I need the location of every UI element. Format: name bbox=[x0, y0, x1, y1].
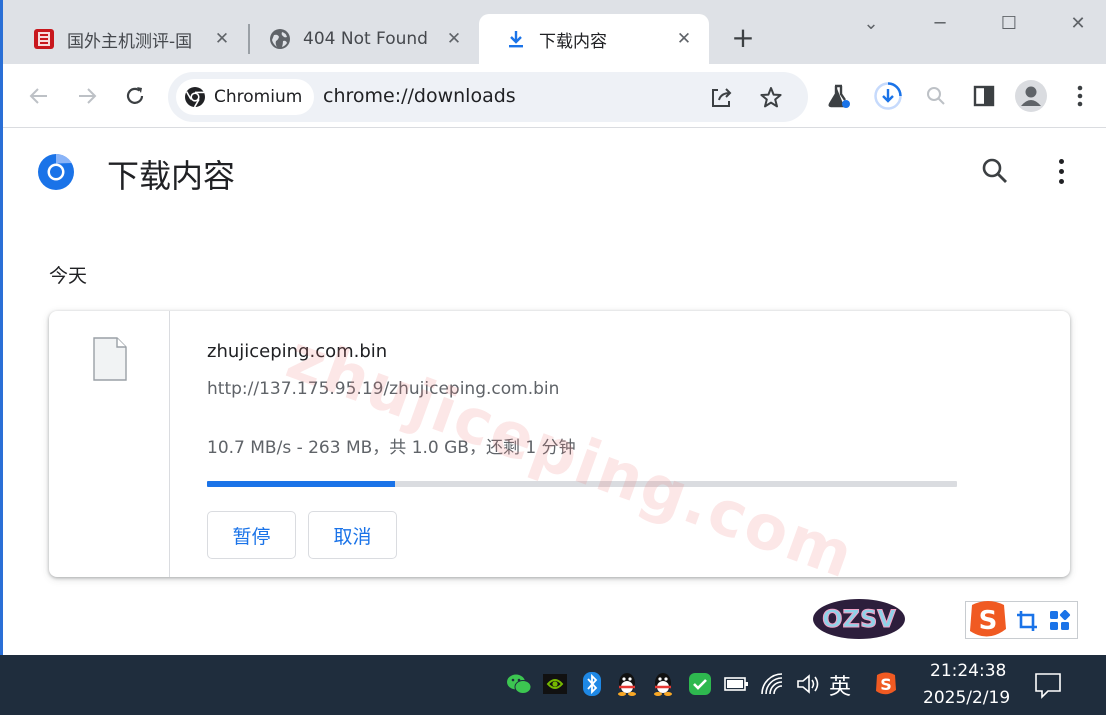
tab-zhujiceping[interactable]: 国外主机测评-国 ✕ bbox=[7, 14, 247, 64]
file-icon bbox=[93, 337, 127, 381]
notification-center-icon[interactable] bbox=[1034, 671, 1062, 699]
sticker-text: OZSV bbox=[822, 605, 896, 633]
back-button[interactable] bbox=[23, 80, 55, 112]
sogou-tray-icon[interactable]: S bbox=[873, 671, 899, 697]
zoom-search-icon[interactable] bbox=[920, 80, 952, 112]
qq-icon[interactable] bbox=[614, 671, 640, 697]
reload-icon bbox=[126, 87, 144, 104]
back-arrow-icon bbox=[29, 88, 47, 104]
profile-avatar-icon[interactable] bbox=[1015, 80, 1047, 112]
taskbar: 英 S 21:24:38 2025/2/19 bbox=[0, 655, 1106, 715]
bookmark-star-icon[interactable] bbox=[757, 84, 785, 112]
labs-flask-icon[interactable] bbox=[823, 80, 855, 112]
site-chip[interactable]: Chromium bbox=[176, 79, 315, 115]
file-name[interactable]: zhujiceping.com.bin bbox=[207, 341, 387, 362]
more-actions-icon[interactable] bbox=[1049, 155, 1073, 187]
globe-icon bbox=[269, 28, 291, 50]
minimize-button[interactable]: ─ bbox=[925, 10, 955, 36]
share-icon[interactable] bbox=[708, 84, 736, 112]
battery-icon[interactable] bbox=[723, 671, 749, 697]
pause-button[interactable]: 暂停 bbox=[207, 511, 296, 559]
chromium-logo-icon bbox=[38, 154, 74, 190]
omnibox[interactable]: Chromium chrome://downloads bbox=[168, 72, 808, 122]
download-progress-fill bbox=[207, 481, 395, 487]
downloads-toolbar-icon[interactable] bbox=[872, 80, 904, 112]
qq-icon-2[interactable] bbox=[650, 671, 676, 697]
download-icon bbox=[505, 28, 527, 50]
input-language-indicator[interactable]: 英 bbox=[829, 669, 851, 701]
svg-text:S: S bbox=[880, 675, 892, 694]
download-item-card: zhujiceping.com.bin http://137.175.95.19… bbox=[49, 311, 1070, 577]
wifi-icon[interactable] bbox=[760, 671, 786, 697]
downloads-page: 下载内容 今天 zhujiceping.com.bin http://137.1… bbox=[3, 129, 1106, 655]
bluetooth-icon[interactable] bbox=[579, 671, 605, 697]
tab-404-not-found[interactable]: 404 Not Found ✕ bbox=[243, 14, 479, 64]
tab-close-icon[interactable]: ✕ bbox=[443, 28, 465, 50]
browser-menu-icon[interactable] bbox=[1064, 80, 1096, 112]
tab-title: 下载内容 bbox=[539, 31, 607, 52]
side-panel-icon[interactable] bbox=[968, 80, 1000, 112]
cancel-button[interactable]: 取消 bbox=[308, 511, 397, 559]
chromium-icon bbox=[185, 87, 205, 108]
tab-close-icon[interactable]: ✕ bbox=[211, 28, 233, 50]
ime-toolbar: S bbox=[965, 601, 1078, 639]
new-tab-button[interactable]: + bbox=[729, 24, 757, 52]
tab-close-icon[interactable]: ✕ bbox=[673, 28, 695, 50]
url-text[interactable]: chrome://downloads bbox=[323, 85, 516, 107]
chip-label: Chromium bbox=[214, 87, 303, 107]
toolbox-grid-icon[interactable] bbox=[1049, 610, 1071, 632]
search-downloads-icon[interactable] bbox=[979, 155, 1011, 187]
forward-button[interactable] bbox=[71, 80, 103, 112]
file-icon-column bbox=[49, 311, 170, 577]
forward-arrow-icon bbox=[79, 88, 97, 104]
site-favicon bbox=[33, 28, 55, 50]
svg-text:S: S bbox=[979, 606, 998, 636]
clock-time[interactable]: 21:24:38 bbox=[930, 661, 1006, 681]
toolbar: Chromium chrome://downloads bbox=[3, 64, 1106, 128]
clock-date[interactable]: 2025/2/19 bbox=[923, 688, 1010, 708]
tab-title: 国外主机测评-国 bbox=[67, 31, 193, 52]
tab-strip: 国外主机测评-国 ✕ 404 Not Found ✕ 下载内容 ✕ + ⌄ ─ … bbox=[3, 0, 1106, 64]
file-url[interactable]: http://137.175.95.19/zhujiceping.com.bin bbox=[207, 379, 559, 399]
wechat-icon[interactable] bbox=[506, 671, 532, 697]
browser-window: 国外主机测评-国 ✕ 404 Not Found ✕ 下载内容 ✕ + ⌄ ─ … bbox=[0, 0, 1106, 655]
date-section-header: 今天 bbox=[49, 265, 88, 287]
tab-search-icon[interactable]: ⌄ bbox=[856, 10, 886, 36]
download-progress-bar bbox=[207, 481, 957, 487]
sogou-ime-logo-icon[interactable]: S bbox=[966, 599, 1010, 641]
close-window-button[interactable]: ✕ bbox=[1063, 10, 1093, 36]
crop-screenshot-icon[interactable] bbox=[1016, 610, 1038, 632]
volume-icon[interactable] bbox=[795, 671, 821, 697]
maximize-button[interactable]: ☐ bbox=[994, 10, 1024, 36]
reload-button[interactable] bbox=[119, 80, 151, 112]
tab-downloads[interactable]: 下载内容 ✕ bbox=[479, 14, 709, 64]
download-status: 10.7 MB/s - 263 MB，共 1.0 GB，还剩 1 分钟 bbox=[207, 438, 576, 458]
nvidia-icon[interactable] bbox=[542, 671, 568, 697]
ozsv-sticker-image: OZSV bbox=[813, 599, 905, 639]
page-title: 下载内容 bbox=[107, 157, 236, 195]
security-shield-icon[interactable] bbox=[687, 671, 713, 697]
tab-title: 404 Not Found bbox=[303, 29, 428, 49]
